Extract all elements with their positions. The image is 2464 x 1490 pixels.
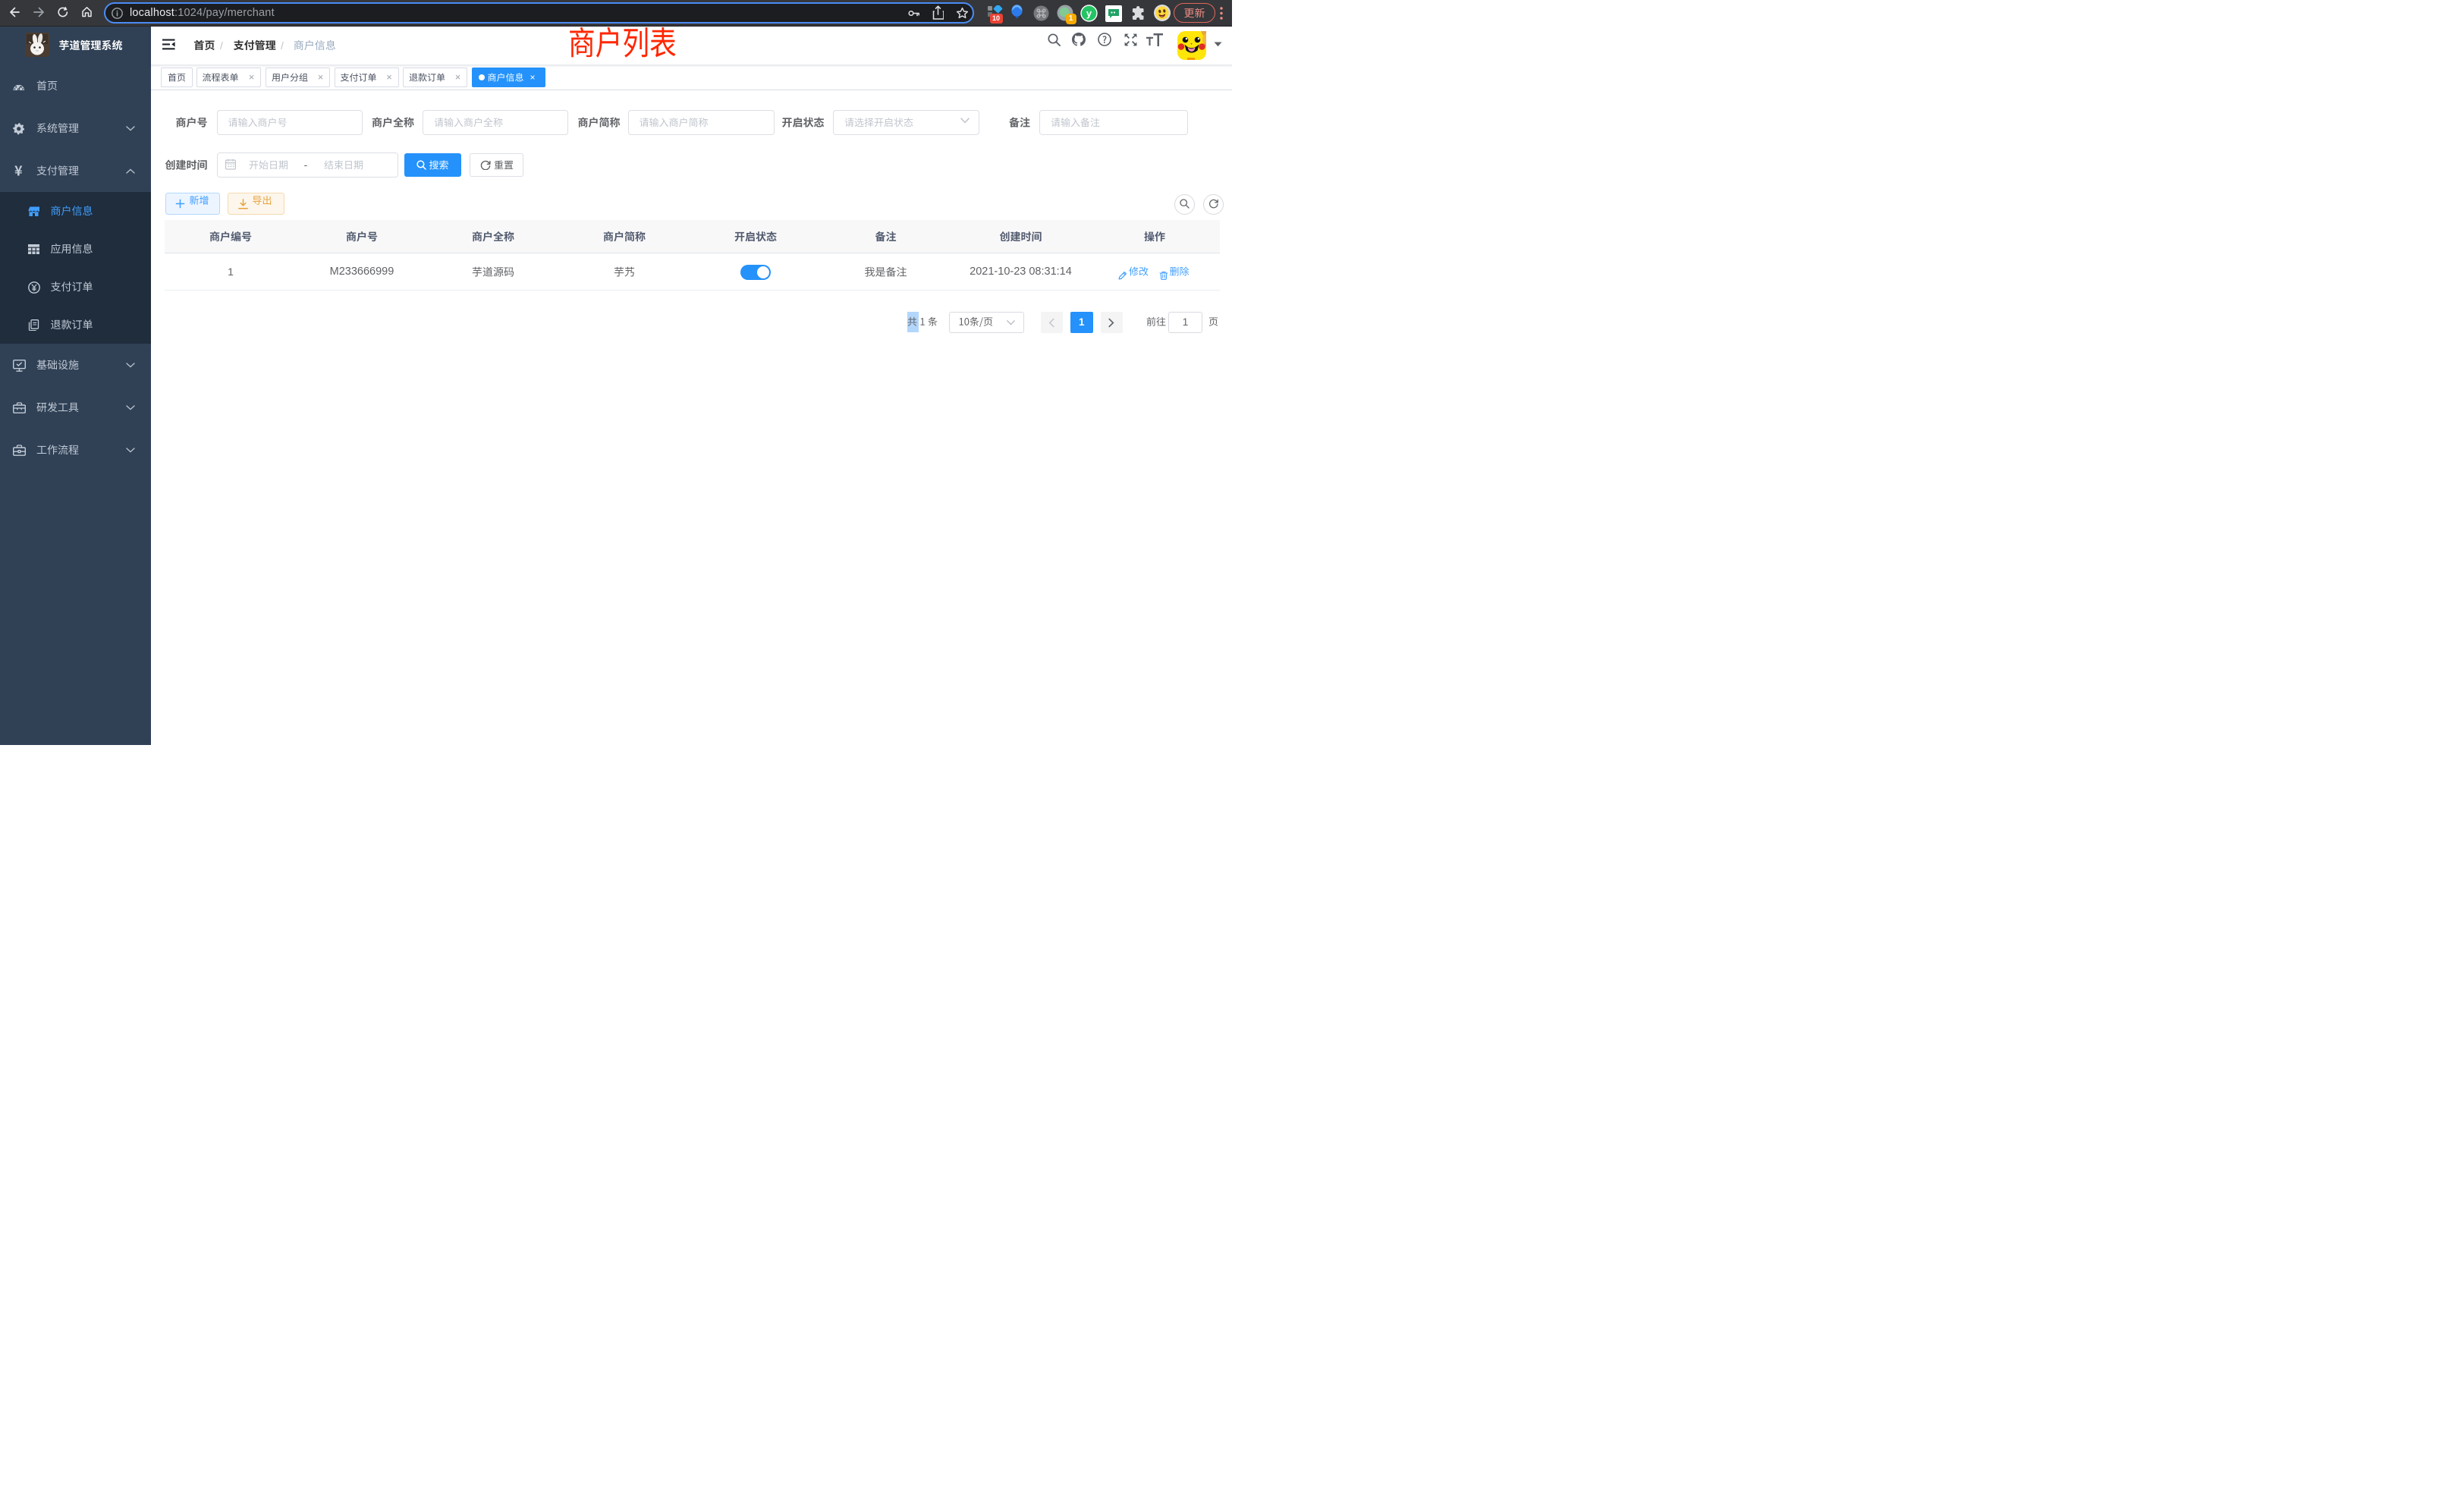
svg-text:y: y	[1086, 8, 1092, 19]
